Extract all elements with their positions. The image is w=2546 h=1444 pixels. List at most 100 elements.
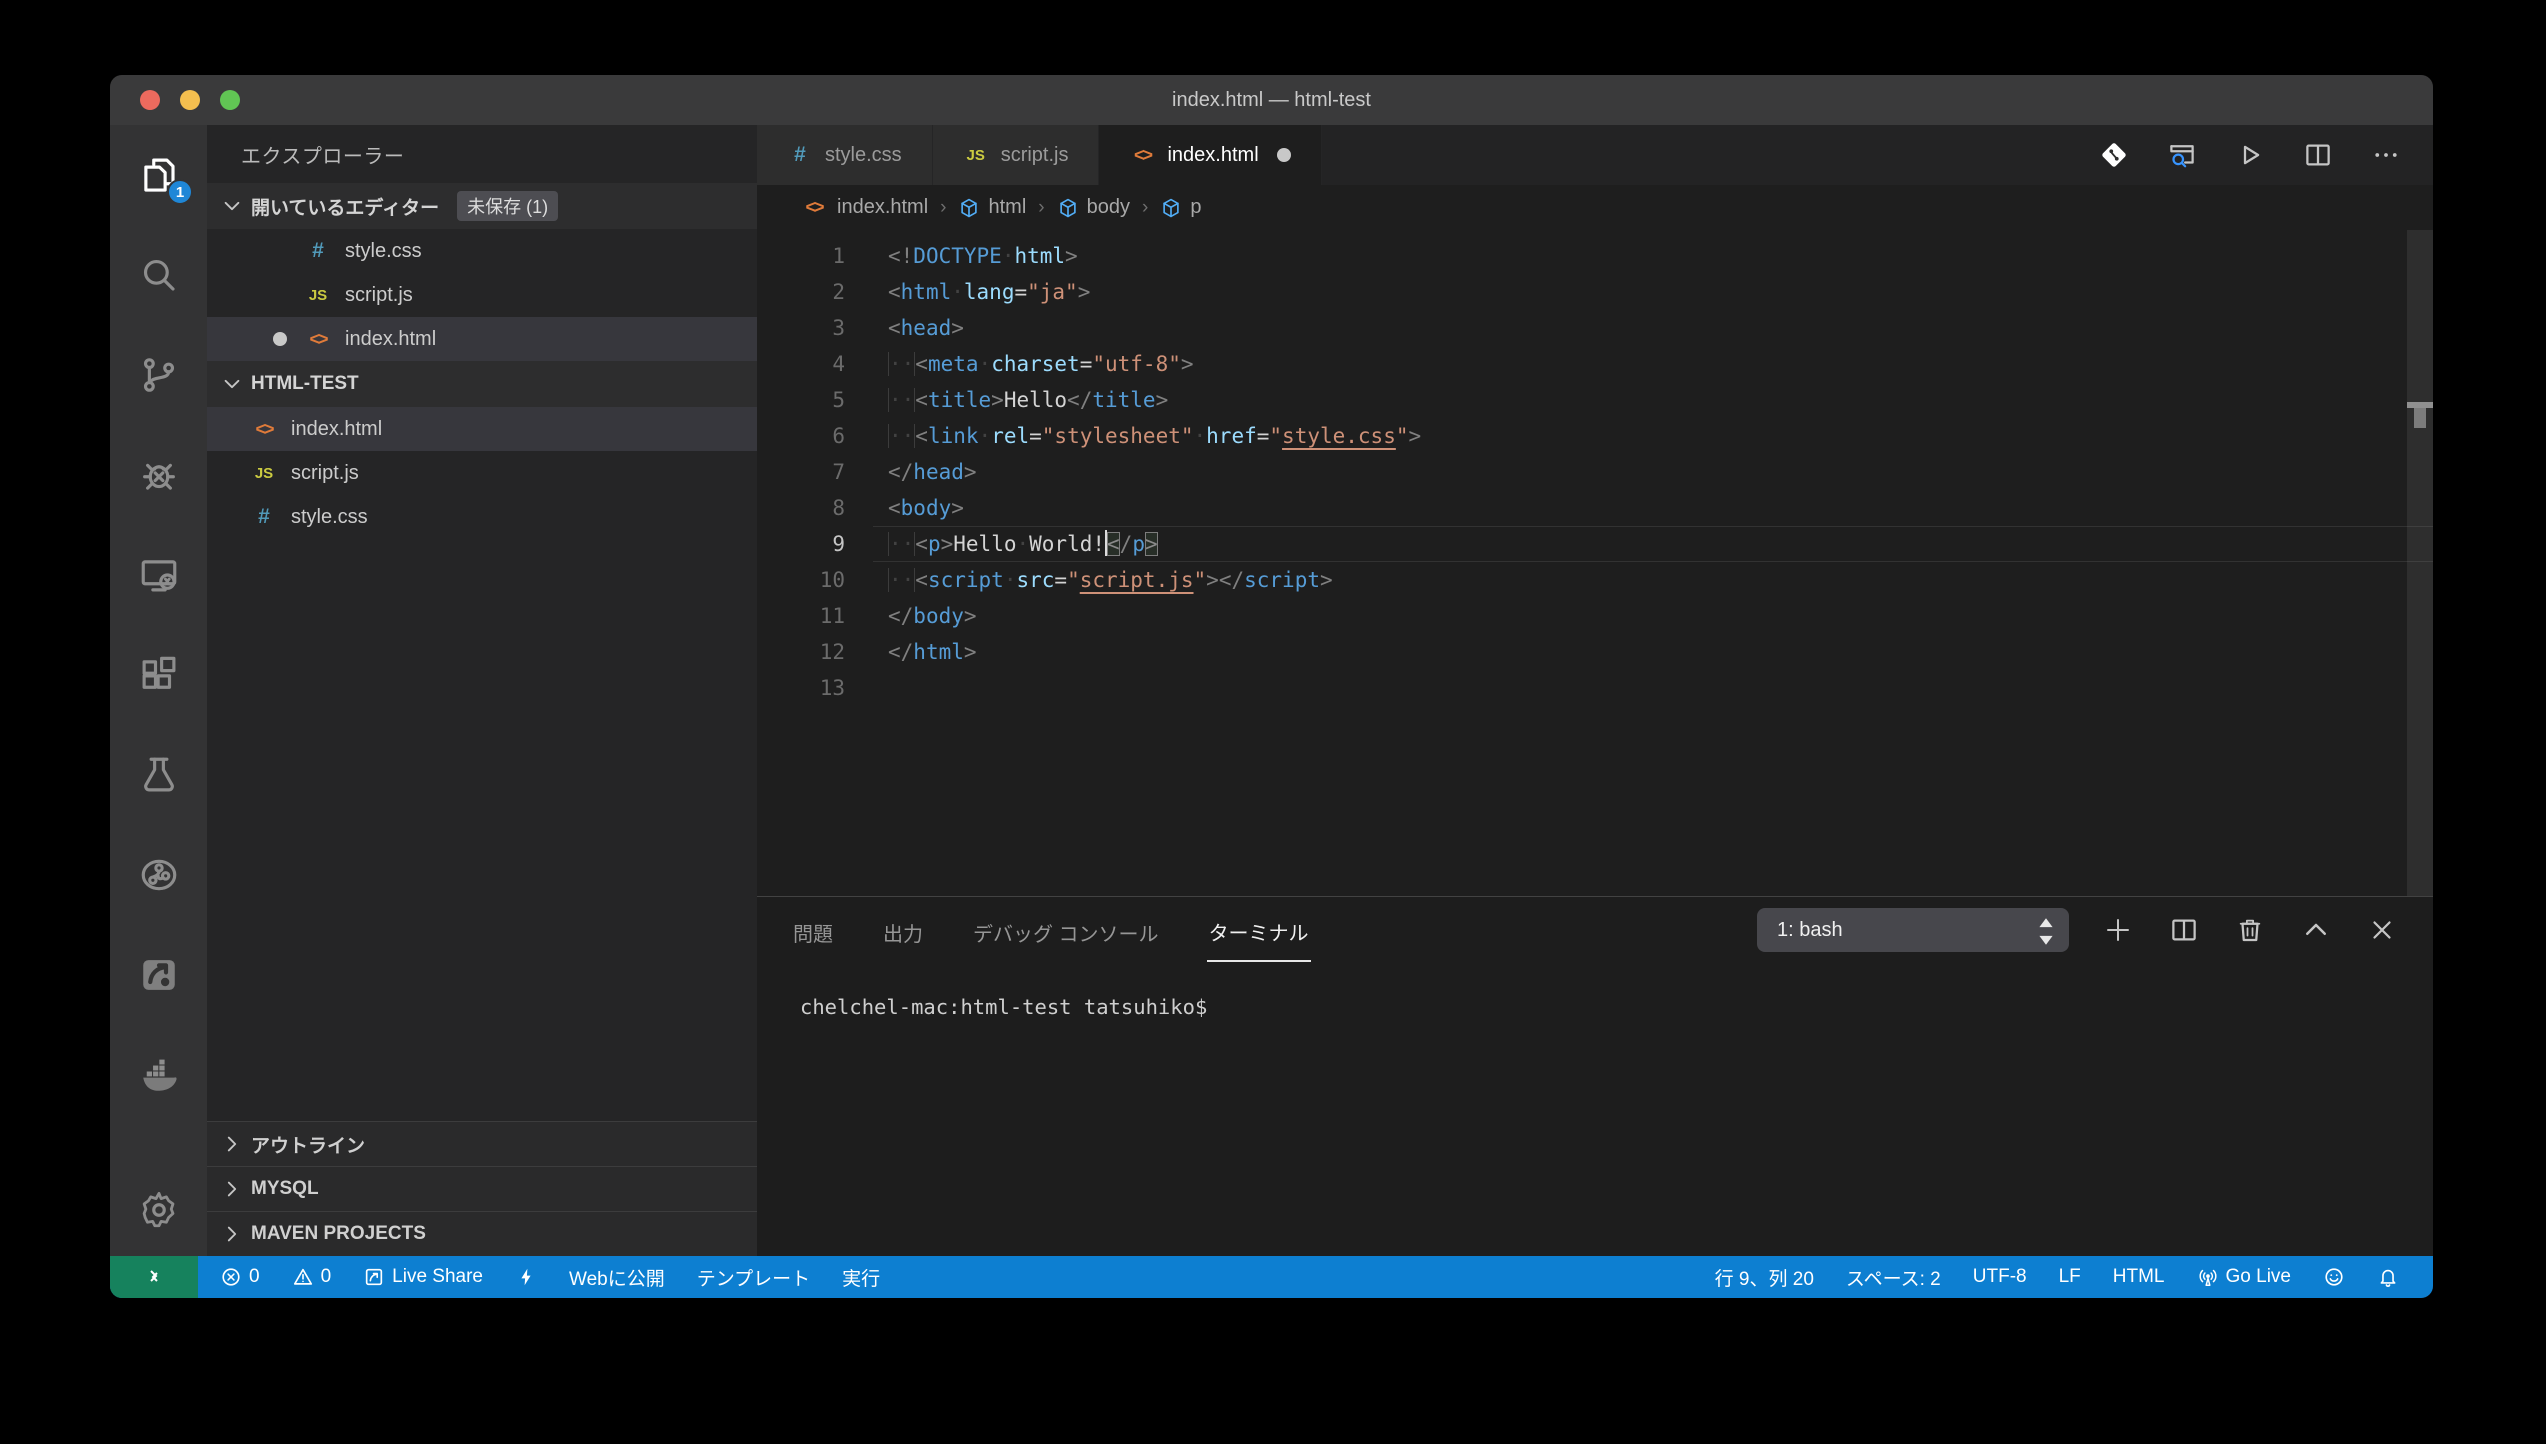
panel-tab-問題[interactable]: 問題 bbox=[791, 900, 835, 961]
open-preview-icon bbox=[2167, 140, 2197, 170]
activity-extensions[interactable] bbox=[110, 625, 207, 725]
panel-tab-ターミナル[interactable]: ターミナル bbox=[1207, 899, 1311, 962]
code-editor[interactable]: 1<!DOCTYPE·html>2<html·lang="ja">3<head>… bbox=[757, 230, 2433, 896]
activity-docker[interactable] bbox=[110, 1025, 207, 1125]
file-name: index.html bbox=[291, 418, 382, 441]
file-row-index.html[interactable]: <> index.html bbox=[207, 317, 757, 361]
activity-test[interactable] bbox=[110, 725, 207, 825]
file-row-style.css[interactable]: #style.css bbox=[207, 229, 757, 273]
workspace-header[interactable]: HTML-TEST bbox=[207, 361, 757, 407]
panel-tab-出力[interactable]: 出力 bbox=[881, 900, 925, 961]
tab-label: index.html bbox=[1167, 144, 1258, 167]
tab-index.html[interactable]: <>index.html bbox=[1099, 125, 1321, 185]
file-row-index.html[interactable]: <>index.html bbox=[207, 407, 757, 451]
code-line-7[interactable]: 7</head> bbox=[757, 454, 2433, 490]
more-actions-button[interactable] bbox=[2369, 138, 2403, 172]
minimize-button[interactable] bbox=[180, 90, 200, 110]
statusbar-実行[interactable]: 実行 bbox=[842, 1264, 880, 1291]
statusbar-go-live[interactable]: Go Live bbox=[2197, 1266, 2291, 1288]
statusbar-webに公開[interactable]: Webに公開 bbox=[569, 1264, 665, 1291]
explorer-sidebar: エクスプローラー 開いているエディター 未保存 (1) #style.cssJS… bbox=[207, 125, 757, 1256]
code-line-9[interactable]: 9··<p>Hello·World!</p> bbox=[757, 526, 2433, 562]
activity-live-share[interactable] bbox=[110, 925, 207, 1025]
zoom-button[interactable] bbox=[220, 90, 240, 110]
run-button[interactable] bbox=[2233, 138, 2267, 172]
maximize-panel-icon bbox=[2301, 915, 2331, 945]
statusbar-lf[interactable]: LF bbox=[2059, 1266, 2081, 1288]
statusbar-utf-8[interactable]: UTF-8 bbox=[1973, 1266, 2027, 1288]
git-button[interactable] bbox=[2097, 138, 2131, 172]
new-terminal-icon bbox=[2103, 915, 2133, 945]
js-file-icon: JS bbox=[249, 465, 279, 482]
activity-source-control[interactable] bbox=[110, 325, 207, 425]
statusbar-html[interactable]: HTML bbox=[2113, 1266, 2165, 1288]
statusbar-スペース-2[interactable]: スペース: 2 bbox=[1846, 1264, 1941, 1291]
code-line-6[interactable]: 6··<link·rel="stylesheet"·href="style.cs… bbox=[757, 418, 2433, 454]
error-icon bbox=[220, 1266, 242, 1288]
statusbar-bell-icon[interactable] bbox=[2377, 1266, 2399, 1288]
statusbar-live-share[interactable]: Live Share bbox=[363, 1266, 483, 1288]
file-row-script.js[interactable]: JSscript.js bbox=[207, 451, 757, 495]
html-file-icon: <> bbox=[303, 329, 333, 350]
new-terminal-button[interactable] bbox=[2101, 913, 2135, 947]
code-line-11[interactable]: 11</body> bbox=[757, 598, 2433, 634]
breadcrumb-p[interactable]: p bbox=[1160, 196, 1201, 219]
activity-remote-explorer[interactable] bbox=[110, 525, 207, 625]
activity-gitlens[interactable] bbox=[110, 825, 207, 925]
sidebar-title: エクスプローラー bbox=[207, 125, 757, 183]
statusbar-bolt-icon[interactable] bbox=[515, 1266, 537, 1288]
editor-scrollbar[interactable] bbox=[2407, 230, 2433, 896]
terminal-output[interactable]: chelchel-mac:html-test tatsuhiko$ bbox=[757, 963, 2433, 1256]
section-MAVEN PROJECTS[interactable]: MAVEN PROJECTS bbox=[207, 1211, 757, 1256]
open-preview-button[interactable] bbox=[2165, 138, 2199, 172]
line-number: 9 bbox=[757, 526, 845, 562]
maximize-panel-button[interactable] bbox=[2299, 913, 2333, 947]
breadcrumb-index.html[interactable]: <>index.html bbox=[799, 196, 928, 219]
statusbar-0[interactable]: 0 bbox=[220, 1266, 260, 1288]
statusbar-smiley-icon[interactable] bbox=[2323, 1266, 2345, 1288]
file-name: index.html bbox=[345, 328, 436, 351]
line-number: 6 bbox=[757, 418, 845, 454]
activity-settings[interactable] bbox=[110, 1164, 207, 1256]
panel-tab-デバッグ コンソール[interactable]: デバッグ コンソール bbox=[971, 900, 1161, 961]
tab-script.js[interactable]: JSscript.js bbox=[933, 125, 1100, 185]
activity-explorer[interactable]: 1 bbox=[110, 125, 207, 225]
statusbar-label: UTF-8 bbox=[1973, 1266, 2027, 1288]
tab-style.css[interactable]: #style.css bbox=[757, 125, 933, 185]
file-row-style.css[interactable]: #style.css bbox=[207, 495, 757, 539]
file-row-script.js[interactable]: JSscript.js bbox=[207, 273, 757, 317]
close-button[interactable] bbox=[140, 90, 160, 110]
activity-search[interactable] bbox=[110, 225, 207, 325]
code-line-1[interactable]: 1<!DOCTYPE·html> bbox=[757, 238, 2433, 274]
close-panel-button[interactable] bbox=[2365, 913, 2399, 947]
statusbar-行-9-列-20[interactable]: 行 9、列 20 bbox=[1715, 1264, 1814, 1291]
open-editors-header[interactable]: 開いているエディター 未保存 (1) bbox=[207, 183, 757, 229]
code-line-13[interactable]: 13 bbox=[757, 670, 2433, 706]
breadcrumb-body[interactable]: body bbox=[1057, 196, 1130, 219]
split-terminal-button[interactable] bbox=[2167, 913, 2201, 947]
kill-terminal-icon bbox=[2235, 915, 2265, 945]
source-control-icon bbox=[138, 354, 180, 396]
split-editor-button[interactable] bbox=[2301, 138, 2335, 172]
code-line-10[interactable]: 10··<script·src="script.js"></script> bbox=[757, 562, 2433, 598]
code-line-3[interactable]: 3<head> bbox=[757, 310, 2433, 346]
code-line-8[interactable]: 8<body> bbox=[757, 490, 2433, 526]
section-アウトライン[interactable]: アウトライン bbox=[207, 1121, 757, 1166]
breadcrumb-html[interactable]: html bbox=[958, 196, 1026, 219]
section-MYSQL[interactable]: MYSQL bbox=[207, 1166, 757, 1211]
debug-icon bbox=[138, 454, 180, 496]
breadcrumb-separator: › bbox=[1038, 197, 1044, 219]
code-line-2[interactable]: 2<html·lang="ja"> bbox=[757, 274, 2433, 310]
code-line-4[interactable]: 4··<meta·charset="utf-8"> bbox=[757, 346, 2433, 382]
statusbar-テンプレート[interactable]: テンプレート bbox=[697, 1264, 810, 1291]
remote-indicator[interactable] bbox=[110, 1256, 198, 1298]
title-bar[interactable]: index.html — html-test bbox=[110, 75, 2433, 125]
statusbar-0[interactable]: 0 bbox=[292, 1266, 332, 1288]
terminal-shell-select[interactable]: 1: bash bbox=[1757, 908, 2069, 952]
code-line-12[interactable]: 12</html> bbox=[757, 634, 2433, 670]
kill-terminal-button[interactable] bbox=[2233, 913, 2267, 947]
breadcrumb[interactable]: <>index.html›html›body›p bbox=[757, 185, 2433, 230]
code-line-5[interactable]: 5··<title>Hello</title> bbox=[757, 382, 2433, 418]
statusbar-label: LF bbox=[2059, 1266, 2081, 1288]
activity-debug[interactable] bbox=[110, 425, 207, 525]
